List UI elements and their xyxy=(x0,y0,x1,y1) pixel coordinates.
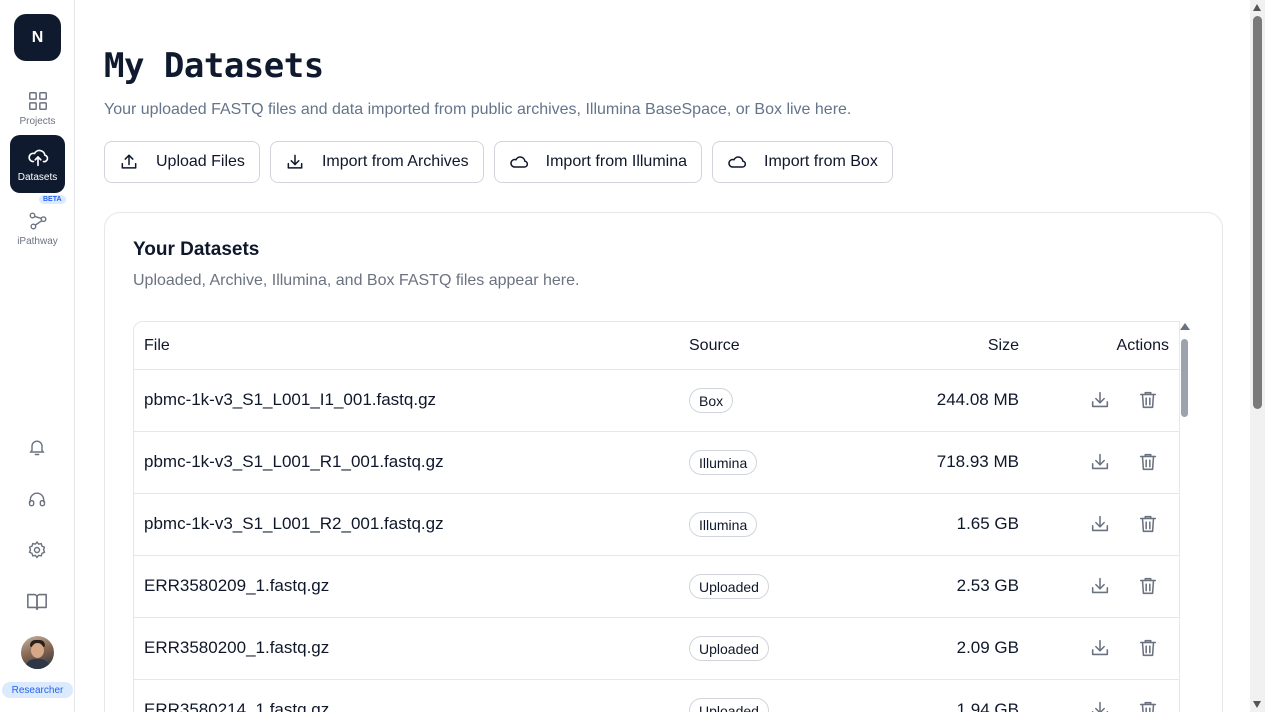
trash-icon[interactable] xyxy=(1137,575,1159,597)
file-size: 1.65 GB xyxy=(956,514,1019,533)
file-size: 2.09 GB xyxy=(956,638,1019,657)
sidebar-item-datasets[interactable]: Datasets xyxy=(10,135,65,193)
window-scroll-thumb[interactable] xyxy=(1253,16,1262,409)
file-size: 244.08 MB xyxy=(936,390,1019,409)
source-badge: Uploaded xyxy=(689,636,769,661)
source-badge: Uploaded xyxy=(689,574,769,599)
sidebar: N Projects Datasets BETA iPathway Resear… xyxy=(0,0,75,712)
source-badge: Illumina xyxy=(689,450,758,475)
trash-icon[interactable] xyxy=(1137,513,1159,535)
page-subtitle: Your uploaded FASTQ files and data impor… xyxy=(104,101,852,118)
sidebar-item-label: iPathway xyxy=(17,235,58,247)
window-scroll-down[interactable] xyxy=(1253,701,1261,708)
gear-icon[interactable] xyxy=(25,538,49,562)
column-source[interactable]: Source xyxy=(689,337,740,355)
bell-icon[interactable] xyxy=(25,435,49,459)
sidebar-item-label: Projects xyxy=(19,115,56,127)
import-archives-button[interactable]: Import from Archives xyxy=(269,141,484,183)
table-row[interactable]: pbmc-1k-v3_S1_L001_I1_001.fastq.gz Box 244… xyxy=(134,370,1179,432)
datasets-table: File Source Size Actions pbmc-1k-v3_S1_L… xyxy=(133,321,1180,712)
download-icon[interactable] xyxy=(1089,389,1111,411)
file-name: ERR3580214_1.fastq.gz xyxy=(144,700,330,712)
table-row[interactable]: pbmc-1k-v3_S1_L001_R2_001.fastq.gz Illumi… xyxy=(134,494,1179,556)
file-name: pbmc-1k-v3_S1_L001_I1_001.fastq.gz xyxy=(144,390,437,409)
trash-icon[interactable] xyxy=(1137,451,1159,473)
upload-files-button[interactable]: Upload Files xyxy=(104,141,260,183)
table-header: File Source Size Actions xyxy=(134,322,1179,370)
file-size: 2.53 GB xyxy=(956,576,1019,595)
file-name: pbmc-1k-v3_S1_L001_R2_001.fastq.gz xyxy=(144,514,444,533)
file-name: ERR3580200_1.fastq.gz xyxy=(144,638,330,657)
file-name: ERR3580209_1.fastq.gz xyxy=(144,576,330,595)
datasets-title: Your Datasets xyxy=(133,239,260,260)
source-badge: Box xyxy=(689,388,734,413)
download-icon[interactable] xyxy=(1089,637,1111,659)
table-row[interactable]: ERR3580209_1.fastq.gz Uploaded 2.53 GB xyxy=(134,556,1179,618)
import-illumina-button[interactable]: Import from Illumina xyxy=(493,141,703,183)
file-size: 718.93 MB xyxy=(936,452,1019,471)
action-bar: Upload Files Import from Archives Import… xyxy=(104,141,893,183)
download-icon[interactable] xyxy=(1089,575,1111,597)
column-actions: Actions xyxy=(1116,337,1169,354)
grid-icon xyxy=(28,91,47,110)
import-box-button[interactable]: Import from Box xyxy=(712,141,893,183)
sidebar-item-label: Datasets xyxy=(17,171,58,183)
upload-files-label: Upload Files xyxy=(156,153,245,170)
download-icon xyxy=(287,154,303,169)
cloud-upload-icon xyxy=(27,149,48,166)
datasets-subtitle: Uploaded, Archive, Illumina, and Box FAS… xyxy=(133,272,580,289)
table-row[interactable]: ERR3580214_1.fastq.gz Uploaded 1.94 GB xyxy=(134,680,1179,712)
datasets-card: Your Datasets Uploaded, Archive, Illumin… xyxy=(104,212,1223,712)
scroll-thumb[interactable] xyxy=(1181,339,1188,417)
file-size: 1.94 GB xyxy=(956,700,1019,712)
download-icon[interactable] xyxy=(1089,513,1111,535)
book-icon[interactable] xyxy=(25,589,49,613)
window-scrollbar[interactable] xyxy=(1250,0,1265,712)
source-badge: Illumina xyxy=(689,512,758,537)
scroll-up-arrow[interactable] xyxy=(1180,323,1190,330)
upload-icon xyxy=(121,154,137,169)
trash-icon[interactable] xyxy=(1137,699,1159,712)
column-size[interactable]: Size xyxy=(988,337,1019,355)
import-illumina-label: Import from Illumina xyxy=(545,153,688,170)
avatar[interactable] xyxy=(21,636,54,669)
brand-logo[interactable]: N xyxy=(14,14,61,61)
brand-initial: N xyxy=(31,28,44,46)
table-row[interactable]: ERR3580200_1.fastq.gz Uploaded 2.09 GB xyxy=(134,618,1179,680)
download-icon[interactable] xyxy=(1089,451,1111,473)
sidebar-item-ipathway[interactable]: iPathway xyxy=(10,199,65,257)
table-scrollbar[interactable] xyxy=(1180,323,1190,712)
column-file[interactable]: File xyxy=(144,337,170,355)
trash-icon[interactable] xyxy=(1137,637,1159,659)
download-icon[interactable] xyxy=(1089,699,1111,712)
role-badge: Researcher xyxy=(2,682,73,698)
import-box-label: Import from Box xyxy=(764,153,878,170)
window-scroll-up[interactable] xyxy=(1253,4,1261,11)
import-archives-label: Import from Archives xyxy=(321,153,469,170)
headphones-icon[interactable] xyxy=(25,487,49,511)
trash-icon[interactable] xyxy=(1137,389,1159,411)
cloud-icon xyxy=(509,156,528,168)
pathway-icon xyxy=(29,212,46,229)
page-title: My Datasets xyxy=(104,46,324,86)
table-row[interactable]: pbmc-1k-v3_S1_L001_R1_001.fastq.gz Illumi… xyxy=(134,432,1179,494)
sidebar-item-projects[interactable]: Projects xyxy=(10,79,65,137)
cloud-icon xyxy=(728,156,747,168)
file-name: pbmc-1k-v3_S1_L001_R1_001.fastq.gz xyxy=(144,452,444,471)
source-badge: Uploaded xyxy=(689,698,769,712)
